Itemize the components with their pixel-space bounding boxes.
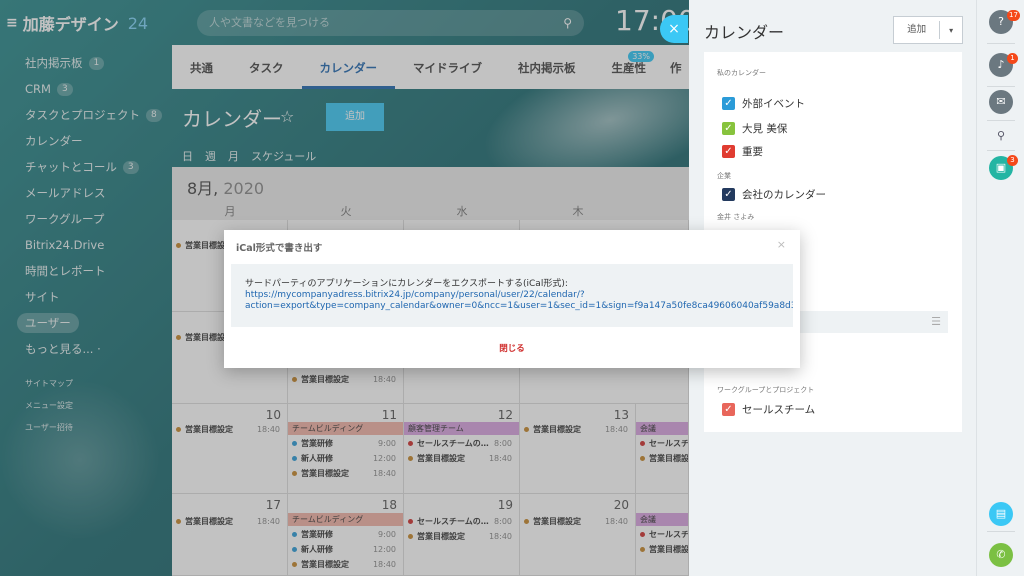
bell-badge: 1 (1007, 53, 1018, 64)
chat-icon[interactable]: ✉ (989, 90, 1013, 114)
calendar-name: セールスチーム (742, 404, 816, 416)
divider (987, 43, 1015, 44)
export-link-cont[interactable]: action=export&type=company_calendar&owne… (245, 301, 793, 312)
section-workgroups: ワークグループとプロジェクト (717, 386, 815, 394)
chevron-down-icon[interactable]: ▾ (940, 26, 962, 35)
calendar-name: 外部イベント (742, 98, 805, 110)
panel-title: カレンダー (704, 23, 785, 42)
section-user: 金井 さよみ (717, 213, 755, 221)
dialog-text: サードパーティのアプリケーションにカレンダーをエクスポートする(iCal形式): (245, 279, 568, 289)
check-icon[interactable]: ✓ (722, 403, 735, 416)
calendar-name: 大見 美保 (742, 123, 788, 135)
export-link[interactable]: https://mycompanyadress.bitrix24.jp/comp… (245, 290, 779, 301)
panel-add-button[interactable]: 追加 ▾ (893, 16, 963, 44)
check-icon[interactable]: ✓ (722, 122, 735, 135)
close-icon[interactable]: × (777, 238, 786, 251)
help-badge: 17 (1007, 10, 1020, 21)
divider (987, 531, 1015, 532)
divider (987, 150, 1015, 151)
divider (987, 120, 1015, 121)
search-icon[interactable]: ⚲ (989, 124, 1013, 148)
calendar-checkbox[interactable]: ✓ 会社のカレンダー (722, 187, 826, 202)
panel-close-button[interactable]: × (660, 15, 688, 43)
lock-badge: 3 (1007, 155, 1018, 166)
dialog-title: iCal形式で書き出す (236, 243, 323, 254)
calendar-checkbox[interactable]: ✓ セールスチーム (722, 402, 815, 417)
check-icon[interactable]: ✓ (722, 188, 735, 201)
calendar-name: 会社のカレンダー (742, 189, 826, 201)
add-label[interactable]: 追加 (894, 21, 941, 39)
close-button[interactable]: 閉じる (224, 342, 800, 354)
drag-handle-icon[interactable]: ☰ (931, 315, 941, 328)
screen-share-icon[interactable]: ▤ (989, 502, 1013, 526)
section-my-calendars: 私のカレンダー (717, 69, 766, 77)
divider (987, 86, 1015, 87)
calendar-name: 重要 (742, 146, 763, 158)
phone-icon[interactable]: ✆ (989, 543, 1013, 567)
dialog-body: サードパーティのアプリケーションにカレンダーをエクスポートする(iCal形式):… (231, 264, 793, 327)
ical-export-dialog: iCal形式で書き出す × サードパーティのアプリケーションにカレンダーをエクス… (224, 230, 800, 368)
calendar-checkbox[interactable]: ✓ 外部イベント (722, 96, 805, 111)
check-icon[interactable]: ✓ (722, 145, 735, 158)
right-rail: ? 17 ♪ 1 ✉ ⚲ ▣ 3 ▤ ✆ (976, 0, 1024, 576)
section-company: 企業 (717, 172, 731, 180)
calendar-checkbox[interactable]: ✓ 大見 美保 (722, 121, 787, 136)
calendar-checkbox[interactable]: ✓ 重要 (722, 144, 763, 159)
check-icon[interactable]: ✓ (722, 97, 735, 110)
